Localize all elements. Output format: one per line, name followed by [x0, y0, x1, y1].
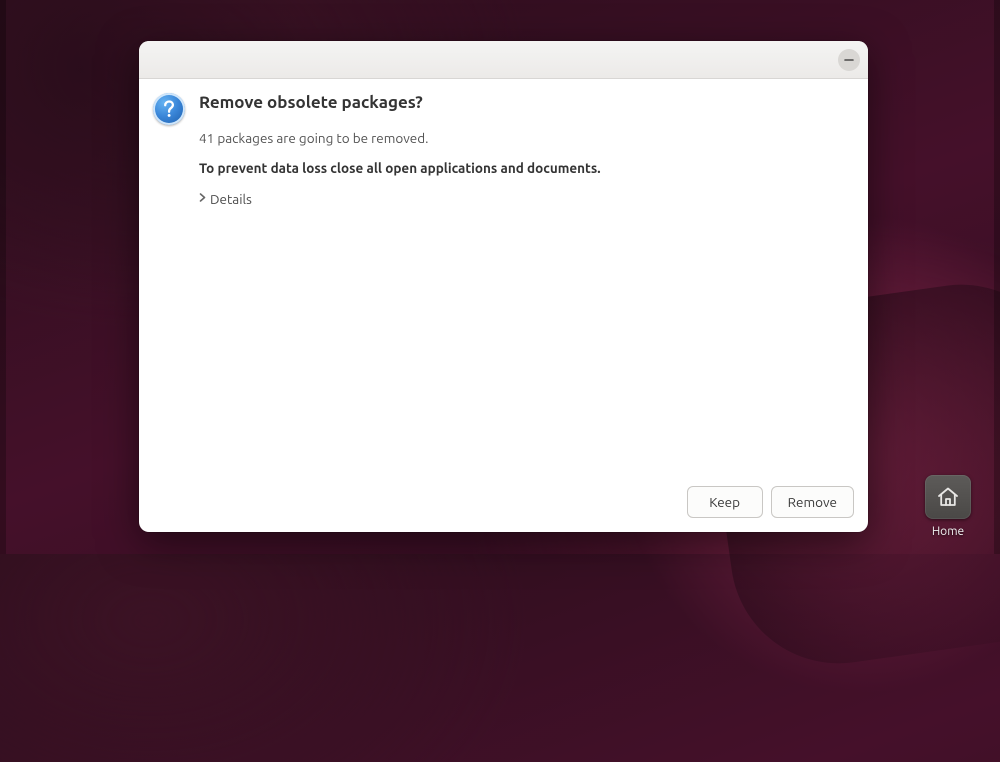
- desktop-home-icon[interactable]: Home: [920, 475, 976, 538]
- titlebar: [139, 41, 868, 79]
- details-label: Details: [210, 191, 252, 207]
- details-expander[interactable]: Details: [199, 191, 252, 207]
- keep-button[interactable]: Keep: [687, 486, 763, 518]
- dialog-window: Remove obsolete packages? 41 packages ar…: [139, 41, 868, 532]
- question-icon: [153, 93, 185, 125]
- dialog-title: Remove obsolete packages?: [199, 93, 848, 112]
- desktop-home-label: Home: [920, 525, 976, 538]
- dialog-footer: Keep Remove: [139, 476, 868, 532]
- minimize-button[interactable]: [838, 49, 860, 71]
- remove-button[interactable]: Remove: [771, 486, 854, 518]
- chevron-right-icon: [199, 192, 206, 205]
- dialog-message: 41 packages are going to be removed.: [199, 130, 848, 146]
- dialog-warning: To prevent data loss close all open appl…: [199, 160, 848, 176]
- dialog-content: Remove obsolete packages? 41 packages ar…: [139, 79, 868, 476]
